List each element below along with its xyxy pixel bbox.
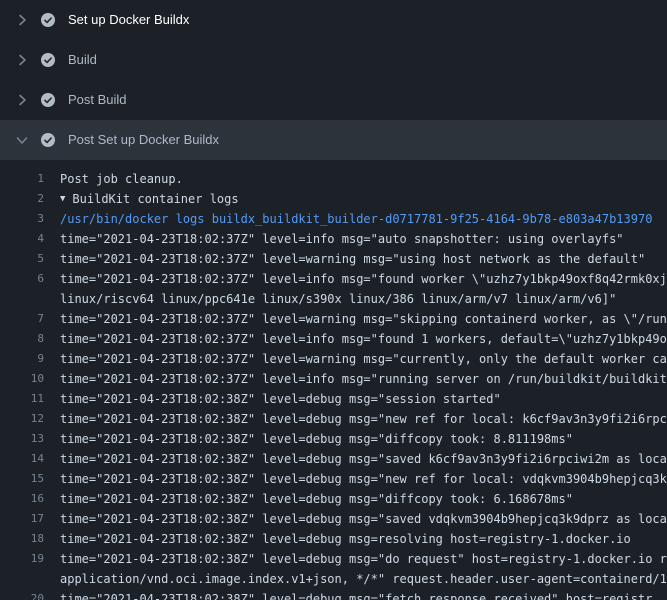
log-line: 3 /usr/bin/docker logs buildx_buildkit_b… bbox=[0, 209, 667, 229]
check-circle-icon bbox=[40, 12, 56, 28]
line-number[interactable]: 13 bbox=[0, 429, 60, 449]
step-section-header[interactable]: Build bbox=[0, 40, 667, 80]
step-section-header[interactable]: Set up Docker Buildx bbox=[0, 0, 667, 40]
log-line: 10 time="2021-04-23T18:02:37Z" level=inf… bbox=[0, 369, 667, 389]
step-section-label: Post Set up Docker Buildx bbox=[68, 132, 219, 148]
line-text: time="2021-04-23T18:02:37Z" level=info m… bbox=[60, 229, 624, 249]
line-text: time="2021-04-23T18:02:37Z" level=info m… bbox=[60, 369, 667, 389]
line-text: time="2021-04-23T18:02:37Z" level=info m… bbox=[60, 269, 667, 289]
line-number[interactable]: 8 bbox=[0, 329, 60, 349]
line-number[interactable]: 15 bbox=[0, 469, 60, 489]
line-number[interactable]: 14 bbox=[0, 449, 60, 469]
step-section-list: Set up Docker Buildx Build Post Buil bbox=[0, 0, 667, 160]
line-text: time="2021-04-23T18:02:38Z" level=debug … bbox=[60, 389, 501, 409]
line-text: time="2021-04-23T18:02:37Z" level=warnin… bbox=[60, 349, 667, 369]
line-text: time="2021-04-23T18:02:38Z" level=debug … bbox=[60, 429, 573, 449]
line-text: Post job cleanup. bbox=[60, 169, 183, 189]
log-line: 11 time="2021-04-23T18:02:38Z" level=deb… bbox=[0, 389, 667, 409]
line-number[interactable]: 10 bbox=[0, 369, 60, 389]
step-section-label: Post Build bbox=[68, 92, 127, 108]
line-number[interactable]: 11 bbox=[0, 389, 60, 409]
log-line: 5 time="2021-04-23T18:02:37Z" level=warn… bbox=[0, 249, 667, 269]
chevron-right-icon bbox=[14, 52, 30, 68]
line-text: time="2021-04-23T18:02:38Z" level=debug … bbox=[60, 469, 667, 489]
check-circle-icon bbox=[40, 92, 56, 108]
line-number[interactable]: 18 bbox=[0, 529, 60, 549]
chevron-right-icon bbox=[14, 12, 30, 28]
line-number[interactable]: 6 bbox=[0, 269, 60, 289]
log-line: 6 time="2021-04-23T18:02:37Z" level=info… bbox=[0, 269, 667, 289]
log-line[interactable]: 2 ▼ BuildKit container logs bbox=[0, 189, 667, 209]
line-text: time="2021-04-23T18:02:37Z" level=info m… bbox=[60, 329, 667, 349]
line-number[interactable]: 20 bbox=[0, 589, 60, 600]
line-number[interactable]: 19 bbox=[0, 549, 60, 569]
line-number[interactable]: 17 bbox=[0, 509, 60, 529]
line-text: /usr/bin/docker logs buildx_buildkit_bui… bbox=[60, 209, 652, 229]
line-number[interactable]: 9 bbox=[0, 349, 60, 369]
group-toggle-icon[interactable]: ▼ bbox=[60, 189, 65, 209]
log-line: 16 time="2021-04-23T18:02:38Z" level=deb… bbox=[0, 489, 667, 509]
log-line: 4 time="2021-04-23T18:02:37Z" level=info… bbox=[0, 229, 667, 249]
log-line: 14 time="2021-04-23T18:02:38Z" level=deb… bbox=[0, 449, 667, 469]
line-text: linux/riscv64 linux/ppc641e linux/s390x … bbox=[60, 289, 616, 309]
step-section-label: Build bbox=[68, 52, 97, 68]
line-number[interactable]: 1 bbox=[0, 169, 60, 189]
log-area: 1 Post job cleanup. 2 ▼ BuildKit contain… bbox=[0, 160, 667, 600]
log-line: 7 time="2021-04-23T18:02:37Z" level=warn… bbox=[0, 309, 667, 329]
line-number[interactable]: 12 bbox=[0, 409, 60, 429]
log-line: 15 time="2021-04-23T18:02:38Z" level=deb… bbox=[0, 469, 667, 489]
line-number[interactable]: 4 bbox=[0, 229, 60, 249]
step-section-header[interactable]: Post Set up Docker Buildx bbox=[0, 120, 667, 160]
line-text: time="2021-04-23T18:02:38Z" level=debug … bbox=[60, 509, 667, 529]
line-text: time="2021-04-23T18:02:38Z" level=debug … bbox=[60, 529, 631, 549]
line-text: time="2021-04-23T18:02:38Z" level=debug … bbox=[60, 449, 667, 469]
line-number[interactable]: 5 bbox=[0, 249, 60, 269]
log-line: 18 time="2021-04-23T18:02:38Z" level=deb… bbox=[0, 529, 667, 549]
log-line: 19 time="2021-04-23T18:02:38Z" level=deb… bbox=[0, 549, 667, 569]
line-number[interactable]: 16 bbox=[0, 489, 60, 509]
log-line: application/vnd.oci.image.index.v1+json,… bbox=[0, 569, 667, 589]
line-number[interactable]: 3 bbox=[0, 209, 60, 229]
actions-log-viewer: Set up Docker Buildx Build Post Buil bbox=[0, 0, 667, 600]
line-number[interactable]: 2 bbox=[0, 189, 60, 209]
chevron-right-icon bbox=[14, 92, 30, 108]
check-circle-icon bbox=[40, 52, 56, 68]
line-text: time="2021-04-23T18:02:37Z" level=warnin… bbox=[60, 309, 667, 329]
log-line: 8 time="2021-04-23T18:02:37Z" level=info… bbox=[0, 329, 667, 349]
log-line: 20 time="2021-04-23T18:02:38Z" level=deb… bbox=[0, 589, 667, 600]
log-line: 17 time="2021-04-23T18:02:38Z" level=deb… bbox=[0, 509, 667, 529]
step-section-label: Set up Docker Buildx bbox=[68, 12, 189, 28]
log-line: 9 time="2021-04-23T18:02:37Z" level=warn… bbox=[0, 349, 667, 369]
step-section-header[interactable]: Post Build bbox=[0, 80, 667, 120]
log-line: 13 time="2021-04-23T18:02:38Z" level=deb… bbox=[0, 429, 667, 449]
line-text: time="2021-04-23T18:02:38Z" level=debug … bbox=[60, 409, 667, 429]
line-text: time="2021-04-23T18:02:38Z" level=debug … bbox=[60, 489, 573, 509]
log-line: linux/riscv64 linux/ppc641e linux/s390x … bbox=[0, 289, 667, 309]
log-line: 1 Post job cleanup. bbox=[0, 169, 667, 189]
line-text: time="2021-04-23T18:02:37Z" level=warnin… bbox=[60, 249, 645, 269]
line-number[interactable]: 7 bbox=[0, 309, 60, 329]
line-text: time="2021-04-23T18:02:38Z" level=debug … bbox=[60, 589, 652, 600]
log-line: 12 time="2021-04-23T18:02:38Z" level=deb… bbox=[0, 409, 667, 429]
chevron-down-icon bbox=[14, 132, 30, 148]
line-text: BuildKit container logs bbox=[72, 189, 238, 209]
line-text: application/vnd.oci.image.index.v1+json,… bbox=[60, 569, 667, 589]
line-text: time="2021-04-23T18:02:38Z" level=debug … bbox=[60, 549, 667, 569]
check-circle-icon bbox=[40, 132, 56, 148]
